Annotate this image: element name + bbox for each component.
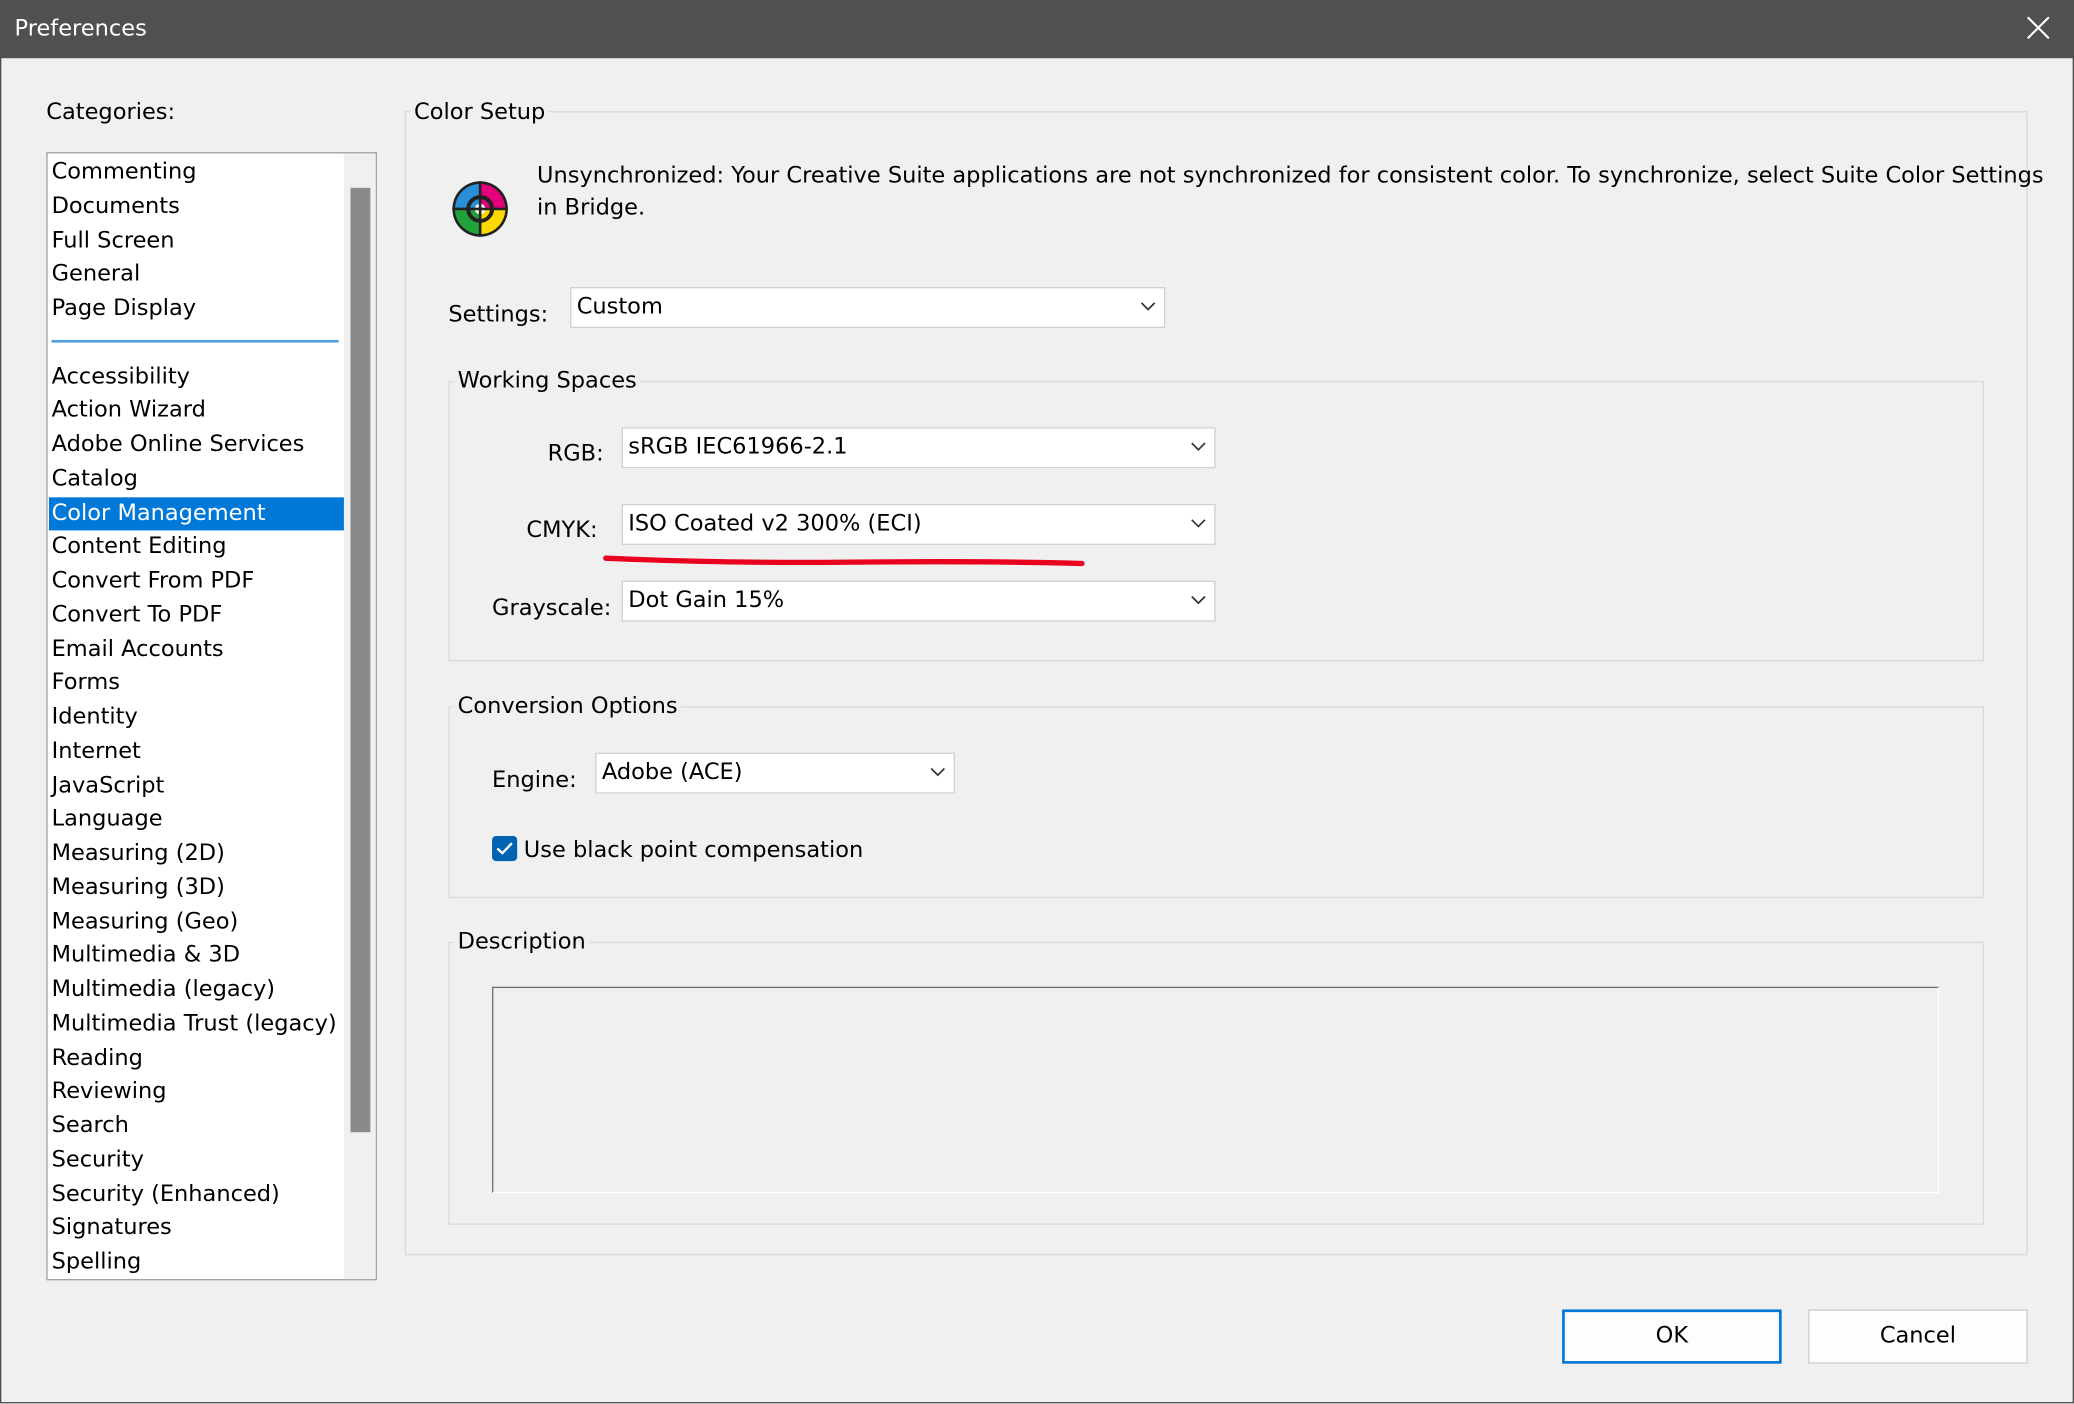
rgb-value: sRGB IEC61966-2.1 [628, 433, 848, 461]
category-separator [51, 339, 339, 343]
category-item[interactable]: Accessibility [49, 360, 347, 393]
category-item[interactable]: Multimedia (legacy) [49, 974, 347, 1007]
category-item[interactable]: Action Wizard [49, 394, 347, 427]
category-item[interactable]: JavaScript [49, 769, 347, 802]
chevron-down-icon [930, 767, 946, 777]
black-point-label[interactable]: Use black point compensation [524, 836, 863, 865]
rgb-dropdown[interactable]: sRGB IEC61966-2.1 [621, 427, 1216, 469]
ok-button[interactable]: OK [1562, 1309, 1782, 1364]
category-item[interactable]: Reading [49, 1042, 347, 1075]
category-item[interactable]: Color Management [48, 496, 347, 530]
category-item[interactable]: Spelling [49, 1246, 347, 1279]
cancel-button[interactable]: Cancel [1808, 1309, 2028, 1364]
category-item[interactable]: Identity [49, 701, 347, 734]
category-item[interactable]: Full Screen [49, 224, 347, 257]
category-item[interactable]: Multimedia Trust (legacy) [49, 1008, 347, 1041]
categories-label: Categories: [46, 99, 176, 126]
description-box [492, 986, 1940, 1194]
category-item[interactable]: Security (Enhanced) [49, 1178, 347, 1211]
category-item[interactable]: General [49, 258, 347, 291]
category-item[interactable]: Measuring (Geo) [49, 905, 347, 938]
engine-value: Adobe (ACE) [601, 759, 743, 786]
settings-value: Custom [576, 293, 663, 321]
title-bar [0, 0, 2074, 59]
close-icon[interactable] [2024, 13, 2053, 42]
category-item[interactable]: Security [49, 1144, 347, 1177]
rgb-label: RGB: [547, 440, 604, 467]
category-item[interactable]: Measuring (3D) [49, 871, 347, 904]
annotation-underline [603, 555, 1085, 567]
engine-label: Engine: [492, 767, 577, 794]
categories-list[interactable]: Commenting Documents Full Screen General Pag… [46, 152, 377, 1281]
engine-dropdown[interactable]: Adobe (ACE) [595, 752, 955, 794]
cmyk-value: ISO Coated v2 300% (ECI) [628, 510, 922, 538]
category-item[interactable]: Email Accounts [49, 633, 347, 666]
category-item[interactable]: Commenting [49, 156, 347, 189]
conversion-options-group [448, 706, 1985, 899]
cmyk-dropdown[interactable]: ISO Coated v2 300% (ECI) [621, 503, 1216, 545]
grayscale-value: Dot Gain 15% [628, 587, 785, 614]
conversion-options-heading: Conversion Options [453, 691, 682, 721]
color-setup-heading: Color Setup [410, 97, 550, 127]
category-item[interactable]: Search [49, 1110, 347, 1143]
grayscale-dropdown[interactable]: Dot Gain 15% [621, 580, 1216, 622]
category-item[interactable]: Convert To PDF [49, 599, 347, 632]
settings-dropdown[interactable]: Custom [570, 287, 1166, 329]
category-item[interactable]: Measuring (2D) [49, 837, 347, 870]
category-item[interactable]: Page Display [49, 292, 347, 325]
checkmark-icon [496, 842, 513, 855]
working-spaces-heading: Working Spaces [453, 366, 641, 396]
category-item[interactable]: Internet [49, 735, 347, 768]
description-heading: Description [453, 927, 590, 957]
category-item[interactable]: Content Editing [49, 531, 347, 564]
chevron-down-icon [1191, 595, 1206, 605]
sync-message-line2: in Bridge. [537, 194, 646, 221]
scrollbar-thumb[interactable] [350, 187, 371, 1133]
grayscale-label: Grayscale: [492, 595, 612, 622]
chevron-down-icon [1191, 519, 1206, 528]
settings-label: Settings: [448, 301, 549, 329]
category-item[interactable]: Catalog [49, 463, 347, 496]
sync-message-line1: Unsynchronized: Your Creative Suite appl… [537, 162, 2044, 190]
category-item[interactable]: Convert From PDF [49, 565, 347, 598]
chevron-down-icon [1191, 442, 1206, 451]
category-item[interactable]: Multimedia & 3D [49, 939, 347, 972]
color-management-icon [452, 181, 508, 237]
category-item[interactable]: Documents [49, 190, 347, 223]
category-item[interactable]: Adobe Online Services [49, 429, 347, 462]
category-item[interactable]: Signatures [49, 1212, 347, 1245]
window-title: Preferences [14, 15, 147, 43]
category-item[interactable]: Reviewing [49, 1076, 347, 1109]
chevron-down-icon [1140, 302, 1156, 311]
cmyk-label: CMYK: [526, 517, 598, 544]
black-point-checkbox[interactable] [492, 835, 518, 862]
category-item[interactable]: Forms [49, 667, 347, 700]
category-item[interactable]: Language [49, 803, 347, 836]
